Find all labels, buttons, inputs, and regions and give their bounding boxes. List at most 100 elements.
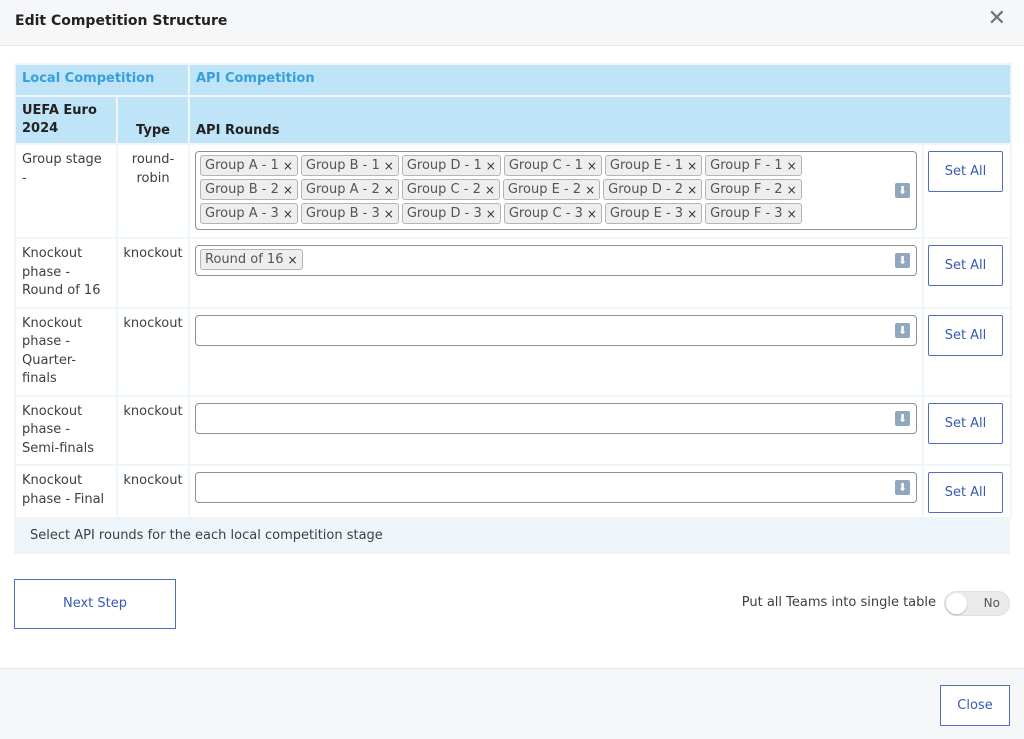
stage-name: Group stage - <box>14 143 118 239</box>
remove-tag-icon[interactable]: × <box>485 183 495 197</box>
round-tag-label: Group D - 2 <box>608 182 684 197</box>
stage-row: Group stage - round-robin Group A - 1 × Grou… <box>14 143 1012 239</box>
action-cell: Set All <box>922 143 1012 239</box>
remove-tag-icon[interactable]: × <box>384 207 394 221</box>
remove-tag-icon[interactable]: × <box>283 159 293 173</box>
single-table-label: Put all Teams into single table <box>741 595 936 610</box>
close-button[interactable]: Close <box>940 685 1010 726</box>
table-column-header-row: UEFA Euro 2024 Type API Rounds <box>14 95 1012 145</box>
api-rounds-select[interactable]: ⬇ <box>195 472 917 503</box>
round-tag: Group A - 2 × <box>300 179 399 200</box>
stage-type: knockout <box>116 394 190 466</box>
remove-tag-icon[interactable]: × <box>687 183 697 197</box>
api-rounds-cell: ⬇ <box>188 306 924 397</box>
stage-row: Knockout phase - Quarter-finals knockout ⬇… <box>14 306 1012 397</box>
remove-tag-icon[interactable]: × <box>787 159 797 173</box>
set-all-button[interactable]: Set All <box>928 245 1003 286</box>
round-tag-label: Group A - 1 <box>205 158 279 173</box>
selected-rounds: Group A - 1 × Group B - 1 × Group D - 1 × Grou… <box>200 155 888 227</box>
dropdown-arrow-icon[interactable]: ⬇ <box>895 322 910 338</box>
round-tag-label: Group A - 2 <box>305 182 380 197</box>
action-cell: Set All <box>922 237 1012 309</box>
api-rounds-select[interactable]: ⬇ <box>195 314 917 346</box>
set-all-button[interactable]: Set All <box>928 151 1003 192</box>
api-rounds-header: API Rounds <box>188 95 1012 145</box>
remove-tag-icon[interactable]: × <box>283 207 293 221</box>
round-tag: Group E - 1 × <box>604 155 703 176</box>
round-tag: Group C - 3 × <box>503 203 602 224</box>
stage-name: Knockout phase - Final <box>14 464 118 519</box>
round-tag: Group C - 2 × <box>401 179 500 200</box>
round-tag: Group C - 1 × <box>503 155 602 176</box>
stage-type: knockout <box>116 464 190 519</box>
remove-tag-icon[interactable]: × <box>384 159 394 173</box>
info-notice: Select API rounds for the each local com… <box>14 517 1010 554</box>
api-rounds-select[interactable]: Round of 16 × ⬇ <box>195 245 917 276</box>
stage-name: Knockout phase - Semi-finals <box>14 394 118 466</box>
round-tag-label: Group E - 3 <box>609 206 684 221</box>
round-tag-label: Group D - 3 <box>406 206 482 221</box>
dropdown-arrow-icon[interactable]: ⬇ <box>895 183 910 198</box>
remove-tag-icon[interactable]: × <box>486 207 496 221</box>
api-rounds-select[interactable]: ⬇ <box>195 402 917 434</box>
round-tag-label: Group E - 1 <box>609 158 684 173</box>
remove-tag-icon[interactable]: × <box>787 207 797 221</box>
round-tag: Group B - 2 × <box>200 179 298 200</box>
round-tag: Group F - 2 × <box>705 179 802 200</box>
round-tag-label: Group C - 2 <box>406 182 481 197</box>
dropdown-arrow-icon[interactable]: ⬇ <box>895 253 910 268</box>
set-all-button[interactable]: Set All <box>928 472 1003 513</box>
remove-tag-icon[interactable]: × <box>486 159 496 173</box>
round-tag: Group D - 3 × <box>401 203 501 224</box>
remove-tag-icon[interactable]: × <box>287 253 297 267</box>
round-tag-label: Group B - 2 <box>205 182 279 197</box>
round-tag-label: Group B - 1 <box>305 158 380 173</box>
remove-tag-icon[interactable]: × <box>787 183 797 197</box>
round-tag-label: Group B - 3 <box>305 206 380 221</box>
modal-footer: Close <box>0 668 1024 739</box>
round-tag: Group B - 1 × <box>300 155 399 176</box>
close-icon[interactable]: ✕ <box>988 8 1006 30</box>
dropdown-arrow-icon[interactable]: ⬇ <box>895 410 910 426</box>
remove-tag-icon[interactable]: × <box>687 207 697 221</box>
stage-name: Knockout phase - Quarter-finals <box>14 306 118 397</box>
stage-row: Knockout phase - Round of 16 knockout Roun… <box>14 237 1012 309</box>
local-competition-header: Local Competition <box>14 63 190 97</box>
remove-tag-icon[interactable]: × <box>587 207 597 221</box>
remove-tag-icon[interactable]: × <box>384 183 394 197</box>
remove-tag-icon[interactable]: × <box>687 159 697 173</box>
selected-rounds: Round of 16 × <box>200 249 888 273</box>
round-tag-label: Group F - 3 <box>710 206 783 221</box>
dropdown-arrow-icon[interactable]: ⬇ <box>895 480 910 495</box>
set-all-button[interactable]: Set All <box>928 314 1003 356</box>
competition-name-header: UEFA Euro 2024 <box>14 95 118 145</box>
single-table-toggle[interactable]: No <box>944 591 1010 616</box>
stage-type: knockout <box>116 306 190 397</box>
remove-tag-icon[interactable]: × <box>585 183 595 197</box>
stage-name: Knockout phase - Round of 16 <box>14 237 118 309</box>
api-rounds-cell: ⬇ <box>188 464 924 519</box>
stage-row: Knockout phase - Semi-finals knockout ⬇ Set… <box>14 394 1012 466</box>
toggle-knob <box>946 593 967 614</box>
api-rounds-select[interactable]: Group A - 1 × Group B - 1 × Group D - 1 × Grou… <box>195 151 917 230</box>
next-step-button[interactable]: Next Step <box>14 579 176 629</box>
round-tag-label: Group E - 2 <box>507 182 582 197</box>
round-tag: Group D - 1 × <box>401 155 501 176</box>
set-all-button[interactable]: Set All <box>928 402 1003 444</box>
remove-tag-icon[interactable]: × <box>283 183 293 197</box>
round-tag-label: Group F - 2 <box>710 182 783 197</box>
round-tag: Round of 16 × <box>200 249 303 270</box>
stage-type: round-robin <box>116 143 190 239</box>
type-header: Type <box>116 95 190 145</box>
remove-tag-icon[interactable]: × <box>587 159 597 173</box>
round-tag: Group F - 1 × <box>705 155 802 176</box>
competition-structure-table: Local Competition API Competition UEFA E… <box>14 63 1012 519</box>
modal-title: Edit Competition Structure <box>15 13 228 29</box>
round-tag: Group D - 2 × <box>603 179 703 200</box>
modal-header: Edit Competition Structure ✕ <box>0 0 1024 46</box>
toggle-value: No <box>983 596 1000 610</box>
round-tag-label: Group C - 3 <box>508 206 583 221</box>
action-cell: Set All <box>922 464 1012 519</box>
stage-type: knockout <box>116 237 190 309</box>
table-group-header-row: Local Competition API Competition <box>14 63 1012 97</box>
